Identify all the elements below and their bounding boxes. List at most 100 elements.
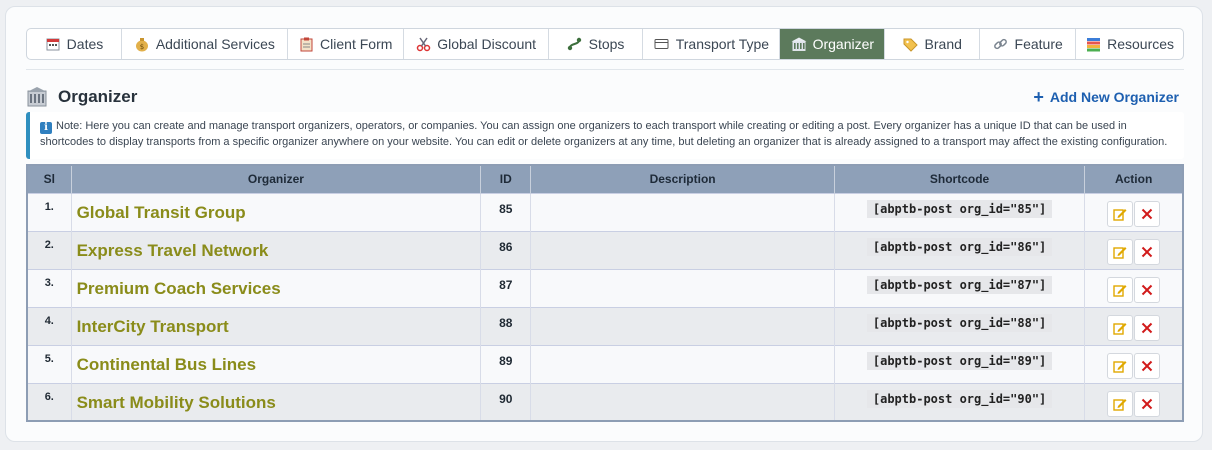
organizer-id: 89 bbox=[480, 344, 532, 383]
tab-label: Global Discount bbox=[437, 36, 537, 52]
row-sl: 4. bbox=[27, 306, 72, 345]
scissors-icon bbox=[415, 36, 431, 52]
close-icon bbox=[1141, 284, 1153, 296]
row-sl: 3. bbox=[27, 268, 72, 307]
tab-feature[interactable]: Feature bbox=[980, 29, 1077, 59]
tag-icon bbox=[903, 36, 919, 52]
tab-transport-type[interactable]: Transport Type bbox=[643, 29, 781, 59]
delete-button[interactable] bbox=[1134, 276, 1161, 303]
edit-button[interactable] bbox=[1107, 390, 1134, 417]
edit-icon bbox=[1113, 359, 1127, 373]
close-icon bbox=[1141, 360, 1153, 372]
tab-global-discount[interactable]: Global Discount bbox=[404, 29, 549, 59]
column-header-description: Description bbox=[530, 165, 835, 193]
building-icon bbox=[791, 36, 807, 52]
row-sl: 2. bbox=[27, 230, 72, 269]
organizer-description bbox=[530, 306, 835, 345]
route-icon bbox=[567, 36, 583, 52]
organizer-description bbox=[530, 382, 835, 421]
shortcode: [abptb-post org_id="89"] bbox=[866, 351, 1053, 370]
organizer-id: 86 bbox=[480, 230, 532, 269]
close-icon bbox=[1141, 322, 1153, 334]
organizer-name[interactable]: Premium Coach Services bbox=[71, 268, 482, 307]
close-icon bbox=[1141, 208, 1153, 220]
edit-icon bbox=[1113, 397, 1127, 411]
table-row: 1. Global Transit Group 85 [abptb-post org_… bbox=[27, 192, 1183, 231]
tab-label: Transport Type bbox=[675, 36, 770, 52]
tab-organizer[interactable]: Organizer bbox=[780, 29, 886, 59]
shortcode: [abptb-post org_id="90"] bbox=[866, 389, 1053, 408]
organizer-description bbox=[530, 230, 835, 269]
organizer-name[interactable]: Global Transit Group bbox=[71, 192, 482, 231]
organizer-description bbox=[530, 192, 835, 231]
edit-icon bbox=[1113, 321, 1127, 335]
tab-label: Feature bbox=[1014, 36, 1063, 52]
tab-label: Additional Services bbox=[155, 36, 275, 52]
table-row: 3. Premium Coach Services 87 [abptb-post or… bbox=[27, 268, 1183, 307]
table-row: 2. Express Travel Network 86 [abptb-post or… bbox=[27, 230, 1183, 269]
tab-label: Client Form bbox=[320, 36, 393, 52]
tab-resources[interactable]: Resources bbox=[1076, 29, 1183, 59]
edit-button[interactable] bbox=[1107, 276, 1134, 303]
edit-icon bbox=[1113, 283, 1127, 297]
tab-stops[interactable]: Stops bbox=[549, 29, 644, 59]
card-icon bbox=[654, 36, 670, 52]
edit-button[interactable] bbox=[1107, 238, 1134, 265]
shortcode: [abptb-post org_id="85"] bbox=[866, 199, 1053, 218]
add-new-organizer-label: Add New Organizer bbox=[1049, 89, 1179, 105]
column-header-organizer: Organizer bbox=[71, 165, 482, 193]
settings-tabs: Dates $ Additional Services Client Form Glob… bbox=[26, 28, 1184, 60]
tab-dates[interactable]: Dates bbox=[27, 29, 122, 59]
organizer-description bbox=[530, 268, 835, 307]
organizer-description bbox=[530, 344, 835, 383]
delete-button[interactable] bbox=[1134, 238, 1161, 265]
table-row: 4. InterCity Transport 88 [abptb-post org_i… bbox=[27, 306, 1183, 345]
tab-additional-services[interactable]: $ Additional Services bbox=[122, 29, 288, 59]
delete-button[interactable] bbox=[1134, 200, 1161, 227]
organizer-name[interactable]: Express Travel Network bbox=[71, 230, 482, 269]
organizer-name[interactable]: Smart Mobility Solutions bbox=[71, 382, 482, 421]
note-text: Note: Here you can create and manage tra… bbox=[40, 120, 1168, 148]
row-sl: 6. bbox=[27, 382, 72, 421]
tab-label: Organizer bbox=[812, 36, 875, 52]
link-icon bbox=[993, 36, 1009, 52]
tab-label: Dates bbox=[66, 36, 104, 52]
tab-label: Stops bbox=[588, 36, 625, 52]
shortcode: [abptb-post org_id="87"] bbox=[866, 275, 1053, 294]
clipboard-icon bbox=[298, 36, 314, 52]
edit-button[interactable] bbox=[1107, 352, 1134, 379]
tab-label: Resources bbox=[1107, 36, 1175, 52]
calendar-icon bbox=[45, 36, 61, 52]
row-sl: 5. bbox=[27, 344, 72, 383]
delete-button[interactable] bbox=[1134, 314, 1161, 341]
building-icon bbox=[26, 87, 48, 107]
add-new-organizer-button[interactable]: + Add New Organizer bbox=[1033, 88, 1179, 106]
table-header-row: Sl Organizer ID Description Shortcode Ac… bbox=[27, 165, 1183, 193]
section-header: Organizer + Add New Organizer bbox=[26, 85, 1184, 109]
tab-brand[interactable]: Brand bbox=[885, 29, 981, 59]
money-bag-icon: $ bbox=[134, 36, 150, 52]
column-header-action: Action bbox=[1084, 165, 1183, 193]
organizer-table: Sl Organizer ID Description Shortcode Ac… bbox=[26, 164, 1184, 422]
tab-client-form[interactable]: Client Form bbox=[288, 29, 404, 59]
row-sl: 1. bbox=[27, 192, 72, 231]
shortcode: [abptb-post org_id="88"] bbox=[866, 313, 1053, 332]
close-icon bbox=[1141, 246, 1153, 258]
organizer-name[interactable]: Continental Bus Lines bbox=[71, 344, 482, 383]
organizer-id: 85 bbox=[480, 192, 532, 231]
shortcode: [abptb-post org_id="86"] bbox=[866, 237, 1053, 256]
plus-icon: + bbox=[1033, 87, 1044, 107]
delete-button[interactable] bbox=[1134, 352, 1161, 379]
organizer-id: 87 bbox=[480, 268, 532, 307]
edit-button[interactable] bbox=[1107, 200, 1134, 227]
delete-button[interactable] bbox=[1134, 390, 1161, 417]
edit-button[interactable] bbox=[1107, 314, 1134, 341]
organizer-id: 90 bbox=[480, 382, 532, 421]
page-title: Organizer bbox=[58, 87, 138, 106]
column-header-id: ID bbox=[480, 165, 532, 193]
edit-icon bbox=[1113, 207, 1127, 221]
tab-label: Brand bbox=[924, 36, 962, 52]
organizer-panel: Dates $ Additional Services Client Form Glob… bbox=[5, 6, 1203, 442]
organizer-name[interactable]: InterCity Transport bbox=[71, 306, 482, 345]
divider bbox=[26, 69, 1184, 70]
